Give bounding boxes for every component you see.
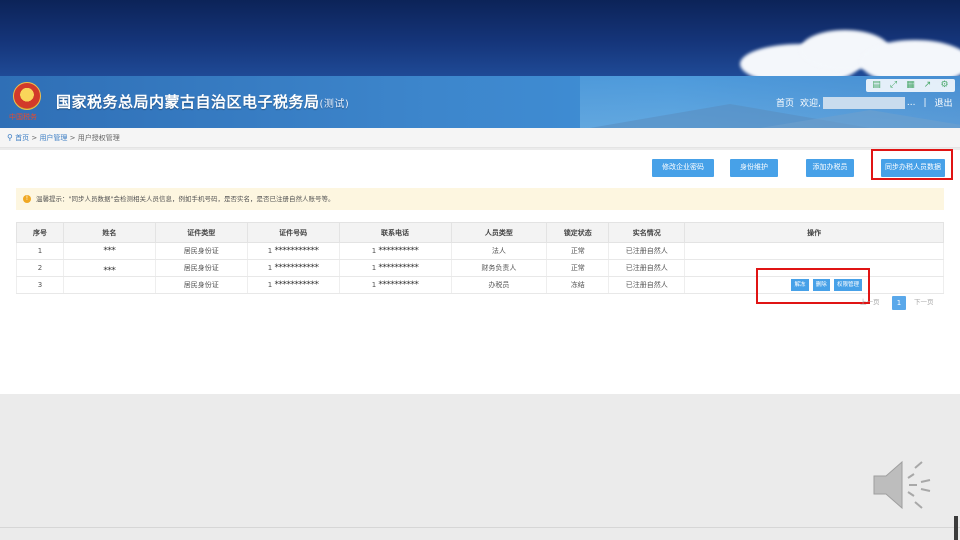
col-header: 操作 [684,222,944,243]
col-header: 证件类型 [154,222,248,243]
highlight-box-actions [756,268,870,304]
content-panel: 修改企业密码 身份维护 添加办税员 同步办税人员数据 ! 温馨提示："同步人员数… [0,149,960,394]
location-pin-icon: ⚲ [7,133,13,142]
username-ellipsis: ... [906,97,916,108]
header-user-bar: 首页 欢迎, ... | 退出 [776,96,953,109]
id-masked: *********** [274,263,320,273]
cell-lock: 正常 [546,259,610,277]
col-header: 序号 [16,222,64,243]
gear-icon[interactable]: ⚙ [938,80,951,91]
col-header: 姓名 [62,222,156,243]
cell-name: *** [62,259,156,277]
emblem-caption: 中国税务 [9,113,37,121]
tax-emblem-icon [13,82,41,110]
highlight-box-sync [871,149,953,180]
breadcrumb-home[interactable]: 首页 [15,134,29,142]
col-header: 锁定状态 [546,222,610,243]
col-header: 实名情况 [608,222,686,243]
cell-lock: 正常 [546,242,610,260]
cell-name [62,276,156,294]
breadcrumb-current: 用户授权管理 [77,134,120,142]
bottom-divider [0,527,960,528]
pager-next[interactable]: 下一页 [914,296,934,306]
col-header: 人员类型 [450,222,548,243]
cell-id-number: 1 *********** [246,242,340,260]
id-prefix: 1 [267,281,273,289]
cell-realname: 已注册自然人 [608,259,686,277]
cell-lock: 冻结 [546,276,610,294]
col-header: 联系电话 [338,222,452,243]
cell-role: 办税员 [450,276,548,294]
id-masked: *********** [274,280,320,290]
site-header: 中国税务 国家税务总局内蒙古自治区电子税务局(测试) ▤ ⤢ ▦ ↗ ⚙ 首页 … [0,76,960,128]
breadcrumb: ⚲ 首页 > 用户管理 > 用户授权管理 [0,128,960,148]
col-header: 证件号码 [246,222,340,243]
id-prefix: 1 [267,264,273,272]
home-link[interactable]: 首页 [776,96,794,109]
cell-realname: 已注册自然人 [608,242,686,260]
phone-masked: ********** [378,263,419,273]
site-title: 国家税务总局内蒙古自治区电子税务局(测试) [56,91,349,112]
phone-prefix: 1 [371,281,377,289]
cell-phone: 1 ********** [338,259,452,277]
cell-role: 法人 [450,242,548,260]
cell-id-type: 居民身份证 [154,242,248,260]
breadcrumb-sep: > [31,134,38,142]
table-header-row: 序号 姓名 证件类型 证件号码 联系电话 人员类型 锁定状态 实名情况 操作 [16,222,944,243]
pager-prev[interactable]: 上一页 [860,296,880,306]
cell-id-number: 1 *********** [246,276,340,294]
cell-name: *** [62,242,156,260]
cell-no: 2 [16,259,64,277]
pager-current[interactable]: 1 [892,296,906,310]
username-redacted [822,96,905,109]
welcome-label: 欢迎, [800,99,821,109]
change-password-button[interactable]: 修改企业密码 [652,159,714,177]
phone-prefix: 1 [371,264,377,272]
top-banner [0,0,960,76]
cell-no: 1 [16,242,64,260]
qr-icon[interactable]: ▦ [904,80,917,91]
breadcrumb-sep: > [69,134,76,142]
breadcrumb-user-management[interactable]: 用户管理 [39,134,67,142]
speaker-icon[interactable] [872,458,932,512]
expand-icon[interactable]: ⤢ [887,80,900,91]
cell-phone: 1 ********** [338,276,452,294]
cell-role: 财务负责人 [450,259,548,277]
add-taxpayer-button[interactable]: 添加办税员 [806,159,854,177]
cell-actions [684,242,944,260]
share-icon[interactable]: ↗ [921,80,934,91]
header-toolbar: ▤ ⤢ ▦ ↗ ⚙ [866,79,955,92]
cell-id-number: 1 *********** [246,259,340,277]
notice-text: 温馨提示："同步人员数据"会检测相关人员信息，例如手机号码，是否实名，是否已注册… [36,195,335,203]
cell-id-type: 居民身份证 [154,259,248,277]
site-title-sub: (测试) [319,99,350,110]
phone-masked: ********** [378,246,419,256]
doc-icon[interactable]: ▤ [870,80,883,91]
phone-prefix: 1 [371,247,377,255]
cell-phone: 1 ********** [338,242,452,260]
cell-no: 3 [16,276,64,294]
identity-maintain-button[interactable]: 身份维护 [730,159,778,177]
table-row: 1 *** 居民身份证 1 *********** 1 ********** 法… [16,242,944,260]
site-title-main: 国家税务总局内蒙古自治区电子税务局 [56,93,320,111]
header-separator: | [923,97,927,108]
warning-icon: ! [23,195,31,203]
id-prefix: 1 [267,247,273,255]
id-masked: *********** [274,246,320,256]
cell-id-type: 居民身份证 [154,276,248,294]
phone-masked: ********** [378,280,419,290]
logout-link[interactable]: 退出 [935,96,953,109]
mountain-decoration [760,110,960,128]
cell-realname: 已注册自然人 [608,276,686,294]
notice-banner: ! 温馨提示："同步人员数据"会检测相关人员信息，例如手机号码，是否实名，是否已… [16,188,944,210]
scrollbar-thumb[interactable] [954,516,958,540]
